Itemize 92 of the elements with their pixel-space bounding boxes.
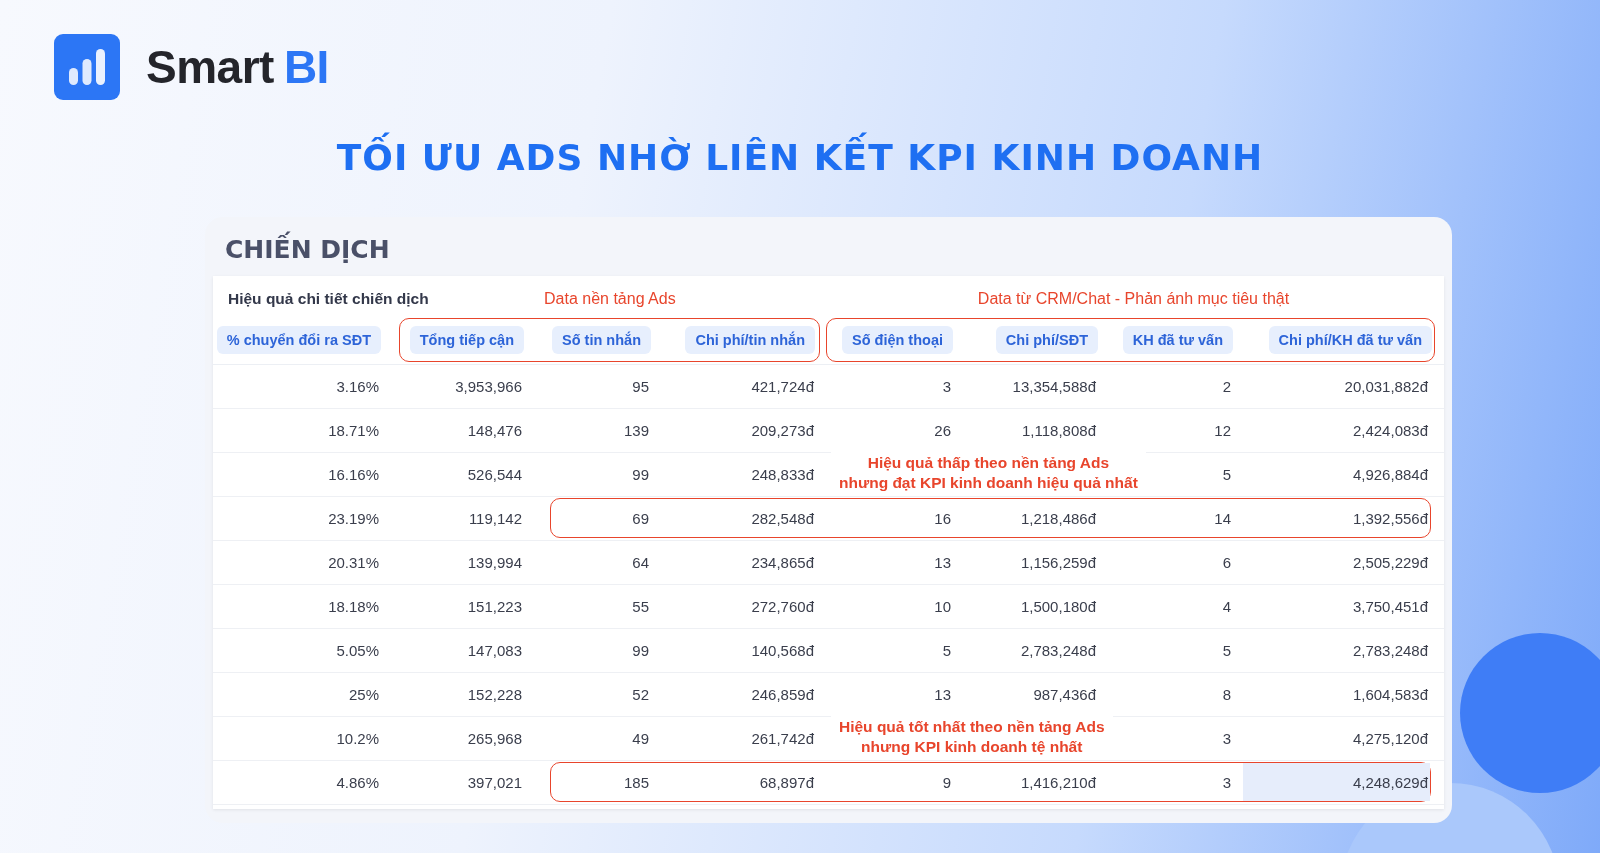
- table-cell-text: 64: [632, 552, 650, 573]
- table-cell-text: 4,275,120đ: [1352, 728, 1429, 749]
- table-cell-text: 49: [632, 728, 650, 749]
- table-cell-text: 1,118,808đ: [1022, 420, 1097, 441]
- table-cell-text: 140,568đ: [751, 640, 815, 661]
- table-cell-text: 6: [1222, 552, 1232, 573]
- brand-name: Smart: [146, 40, 274, 94]
- table-cell-text: 99: [632, 640, 650, 661]
- table-cell-text: 5.05%: [336, 640, 380, 661]
- headline: TỐI ƯU ADS NHỜ LIÊN KẾT KPI KINH DOANH: [336, 134, 1264, 183]
- table-cell-text: 261,742đ: [751, 728, 815, 749]
- table-cell-text: 18.71%: [328, 420, 380, 441]
- table-cell-text: 2,783,248đ: [1020, 640, 1097, 661]
- table-cell-text: 2,783,248đ: [1352, 640, 1429, 661]
- table-cell-text: 5: [1222, 640, 1232, 661]
- table-cell-text: 16: [934, 508, 952, 529]
- highlighted-cell: 4,248,629đ: [1243, 763, 1430, 802]
- table-cell-text: 526,544: [467, 464, 523, 485]
- table-cell-text: 26: [934, 420, 952, 441]
- table-cell-text: 987,436đ: [1033, 684, 1097, 705]
- group-annotation: Data từ CRM/Chat - Phản ánh mục tiêu thật: [977, 289, 1290, 308]
- table-cell-text: 139,994: [467, 552, 523, 573]
- table-cell-text: 397,021: [467, 772, 523, 793]
- table-cell-text: 10: [934, 596, 952, 617]
- table-cell-text: 119,142: [468, 508, 523, 529]
- table-cell-text: 16.16%: [328, 464, 380, 485]
- table-cell-text: 3,953,966: [455, 376, 523, 397]
- table-cell-text: 5: [942, 640, 952, 661]
- table-cell-text: 10.2%: [336, 728, 380, 749]
- table-cell-text: 55: [632, 596, 650, 617]
- column-header[interactable]: KH đã tư vấn: [1122, 325, 1233, 354]
- table-cell-text: 68,897đ: [759, 772, 815, 793]
- column-header[interactable]: Chi phí/SĐT: [995, 325, 1098, 354]
- brand-accent: BI: [283, 40, 329, 94]
- table-cell-text: 8: [1222, 684, 1232, 705]
- table-cell-text: 23.19%: [328, 508, 380, 529]
- table-cell-text: 13: [934, 684, 952, 705]
- table-cell-text: 234,865đ: [751, 552, 815, 573]
- table-cell-text: 185: [623, 772, 650, 793]
- table-cell-text: 152,228: [467, 684, 523, 705]
- table-cell-text: 1,604,583đ: [1352, 684, 1429, 705]
- table-subtitle: Hiệu quả chi tiết chiến dịch: [227, 289, 429, 308]
- table-cell-text: 1,500,180đ: [1020, 596, 1097, 617]
- table-cell-text: 2: [1222, 376, 1232, 397]
- bar-chart-logo-icon: [54, 34, 120, 100]
- table-cell-text: 9: [942, 772, 952, 793]
- table-cell-text: 1,156,259đ: [1020, 552, 1097, 573]
- table-cell-text: 248,833đ: [751, 464, 815, 485]
- table-cell-text: 147,083: [467, 640, 523, 661]
- table-cell-text: 282,548đ: [751, 508, 815, 529]
- table-cell-text: 4.86%: [336, 772, 380, 793]
- table-cell-text: 148,476: [467, 420, 523, 441]
- table-cell-text: 25%: [348, 684, 380, 705]
- table-cell-text: 18.18%: [328, 596, 380, 617]
- table-cell-text: 20,031,882đ: [1344, 376, 1429, 397]
- table-cell-text: 209,273đ: [751, 420, 815, 441]
- table-cell-text: 4: [1222, 596, 1232, 617]
- table-cell-text: 246,859đ: [751, 684, 815, 705]
- column-header[interactable]: Chi phí/KH đã tư vấn: [1268, 325, 1432, 354]
- table-cell-text: 3: [1222, 772, 1232, 793]
- table-cell-text: 13,354,588đ: [1012, 376, 1097, 397]
- table-cell-text: 1,392,556đ: [1352, 508, 1429, 529]
- table-cell-text: 52: [632, 684, 650, 705]
- table-cell-text: 14: [1214, 508, 1232, 529]
- table-cell-text: 20.31%: [328, 552, 380, 573]
- table-cell-text: 69: [632, 508, 650, 529]
- table-cell-text: 1,218,486đ: [1020, 508, 1097, 529]
- table-cell-text: 421,724đ: [751, 376, 815, 397]
- table-cell-text: 1,416,210đ: [1020, 772, 1097, 793]
- table-cell-text: 139: [623, 420, 650, 441]
- table-cell-text: 95: [632, 376, 650, 397]
- table-cell-text: 3,750,451đ: [1352, 596, 1429, 617]
- column-header[interactable]: Tổng tiếp cận: [409, 325, 524, 354]
- table-cell-text: 265,968: [467, 728, 523, 749]
- table-cell-text: 151,223: [467, 596, 523, 617]
- table-cell-text: 99: [632, 464, 650, 485]
- table-cell-text: 3: [1222, 728, 1232, 749]
- table-cell-text: 5: [1222, 464, 1232, 485]
- table-cell-text: 272,760đ: [751, 596, 815, 617]
- table-cell-text: 2,424,083đ: [1352, 420, 1429, 441]
- table-cell-text: 12: [1214, 420, 1232, 441]
- column-header[interactable]: Số tin nhắn: [552, 325, 651, 354]
- column-header[interactable]: % chuyển đổi ra SĐT: [216, 325, 381, 354]
- column-header[interactable]: Chi phí/tin nhắn: [685, 325, 815, 354]
- table-cell-text: 13: [934, 552, 952, 573]
- card-title: CHIẾN DỊCH: [205, 216, 1452, 276]
- group-annotation: Data nền tảng Ads: [544, 289, 676, 308]
- table-cell-text: 4,926,884đ: [1352, 464, 1429, 485]
- table-cell-text: 3: [942, 376, 952, 397]
- table-cell-text: 2,505,229đ: [1352, 552, 1429, 573]
- table-cell-text: 3.16%: [336, 376, 380, 397]
- column-header[interactable]: Số điện thoại: [841, 325, 953, 354]
